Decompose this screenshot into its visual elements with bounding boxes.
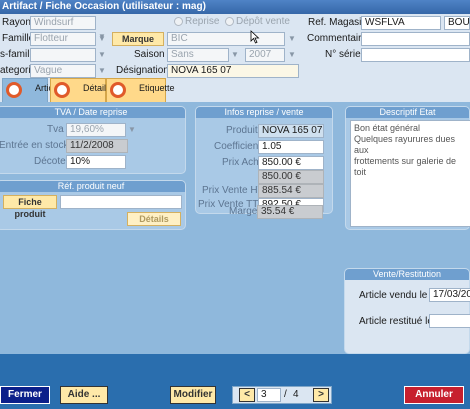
chevron-down-icon[interactable]: ▼ <box>287 48 297 62</box>
aide-button[interactable]: Aide ... <box>60 386 108 404</box>
descriptif-text[interactable]: Bon état général Quelques rayurures dues… <box>350 120 470 227</box>
decote-field[interactable]: 10% <box>66 155 126 169</box>
chevron-down-icon[interactable]: ▼ <box>97 32 107 46</box>
annuler-button[interactable]: Annuler <box>404 386 464 404</box>
restitue-label: Article restitué le <box>359 316 433 327</box>
header-zone: Rayon Windsurf ▼ Famille Flotteur ▼ s-fa… <box>0 14 470 78</box>
fiche-produit-field[interactable] <box>60 195 182 209</box>
marque-field[interactable]: BIC <box>167 32 285 46</box>
ref-magasin-label: Ref. Magasin <box>308 17 367 28</box>
next-page-button[interactable]: > <box>313 388 329 402</box>
annee-field[interactable]: 2007 <box>245 48 285 62</box>
details-icon <box>54 82 70 98</box>
tab-etiquette-label: Etiquette <box>139 83 175 93</box>
commentaire-label: Commentaire <box>307 33 368 44</box>
coefficient-label: Coefficient <box>214 141 262 152</box>
stock-field[interactable]: 11/2/2008 <box>66 139 128 153</box>
tva-label: Tva <box>47 124 64 135</box>
decote-label: Décote <box>34 156 66 167</box>
footer-bar: Fermer Aide ... Modifier < 3 / 4 > Annul… <box>0 354 470 409</box>
vendu-label: Article vendu le <box>359 290 428 301</box>
prix-achat-field-2: 850.00 € <box>258 170 324 184</box>
tva-panel-title: TVA / Date reprise <box>0 107 185 118</box>
fermer-button[interactable]: Fermer <box>0 386 50 404</box>
depot-radio[interactable] <box>225 17 234 26</box>
vendu-field[interactable]: 17/03/200 <box>429 288 470 302</box>
stock-label: Entrée en stock <box>0 140 69 151</box>
infos-panel: Infos reprise / vente Produit NOVA 165 0… <box>195 106 333 214</box>
rayon-label: Rayon <box>2 17 31 28</box>
reprise-label: Reprise <box>185 16 220 27</box>
content-area: TVA / Date reprise Tva 19,60% ▼ Entrée e… <box>0 102 470 354</box>
vente-title: Vente/Restitution <box>345 269 469 280</box>
chevron-down-icon[interactable]: ▼ <box>230 48 240 62</box>
chevron-down-icon[interactable]: ▼ <box>127 123 137 137</box>
ref-magasin-field[interactable]: WSFLVA <box>361 16 441 30</box>
ref-magasin-field-2[interactable]: BOU <box>444 16 470 30</box>
label-icon <box>110 82 126 98</box>
infos-title: Infos reprise / vente <box>196 107 332 118</box>
tva-field[interactable]: 19,60% <box>66 123 126 137</box>
prix-ht-field: 885.54 € <box>258 184 324 198</box>
designation-field[interactable]: NOVA 165 07 <box>167 64 299 78</box>
produit-label: Produit <box>226 125 258 136</box>
categorie-field[interactable]: Vague <box>30 64 96 78</box>
vente-panel: Vente/Restitution Article vendu le 17/03… <box>344 268 470 354</box>
famille-field[interactable]: Flotteur <box>30 32 96 46</box>
reprise-radio[interactable] <box>174 17 183 26</box>
restitue-field[interactable] <box>429 314 470 328</box>
tab-strip: Article Détails Etiquette <box>0 78 470 102</box>
serie-field[interactable] <box>361 48 470 62</box>
marque-button[interactable]: Marque <box>112 32 164 46</box>
depot-label: Dépôt vente <box>236 16 290 27</box>
chevron-down-icon[interactable]: ▼ <box>97 48 107 62</box>
tab-etiquette[interactable]: Etiquette <box>106 78 175 102</box>
details-button[interactable]: Détails <box>127 212 181 226</box>
ref-neuf-panel: Réf. produit neuf Fiche produit Détails <box>0 180 186 230</box>
descriptif-title: Descriptif Etat <box>346 107 469 118</box>
tab-details[interactable]: Détails <box>50 78 111 102</box>
marge-label: Marge <box>229 206 258 217</box>
ref-neuf-title: Réf. produit neuf <box>0 181 185 192</box>
page-separator: / <box>284 389 287 400</box>
descriptif-line-1: Bon état général <box>354 123 421 133</box>
coefficient-field[interactable]: 1.05 <box>258 140 324 154</box>
produit-field: NOVA 165 07 <box>258 124 324 138</box>
descriptif-line-3: frottements sur galerie de toit <box>354 156 457 177</box>
commentaire-field[interactable] <box>361 32 470 46</box>
chevron-down-icon[interactable]: ▼ <box>97 64 107 78</box>
modifier-button[interactable]: Modifier <box>170 386 216 404</box>
prev-page-button[interactable]: < <box>239 388 255 402</box>
descriptif-panel: Descriptif Etat Bon état général Quelque… <box>345 106 470 230</box>
mouse-cursor-icon <box>250 30 260 44</box>
sousfamille-field[interactable] <box>30 48 96 62</box>
prix-ht-label: Prix Vente HT <box>202 185 264 196</box>
window-title: Artifact / Fiche Occasion (utilisateur :… <box>0 0 470 14</box>
saison-label: Saison <box>134 49 165 60</box>
designation-label: Désignation <box>116 65 169 76</box>
tab-article[interactable]: Article <box>2 78 60 102</box>
serie-label: N° série <box>325 49 361 60</box>
article-icon <box>6 82 22 98</box>
page-total: 4 <box>293 389 299 400</box>
fiche-produit-button[interactable]: Fiche produit <box>3 195 57 219</box>
tva-panel: TVA / Date reprise Tva 19,60% ▼ Entrée e… <box>0 106 186 174</box>
prix-achat-field[interactable]: 850.00 € <box>258 156 324 170</box>
rayon-field[interactable]: Windsurf <box>30 16 96 30</box>
marge-field: 35.54 € <box>257 205 323 219</box>
descriptif-line-2: Quelques rayurures dues aux <box>354 134 456 155</box>
saison-field[interactable]: Sans <box>167 48 229 62</box>
chevron-down-icon[interactable]: ▼ <box>287 32 297 46</box>
pager: < 3 / 4 > <box>232 386 332 404</box>
page-current-field[interactable]: 3 <box>257 388 281 402</box>
